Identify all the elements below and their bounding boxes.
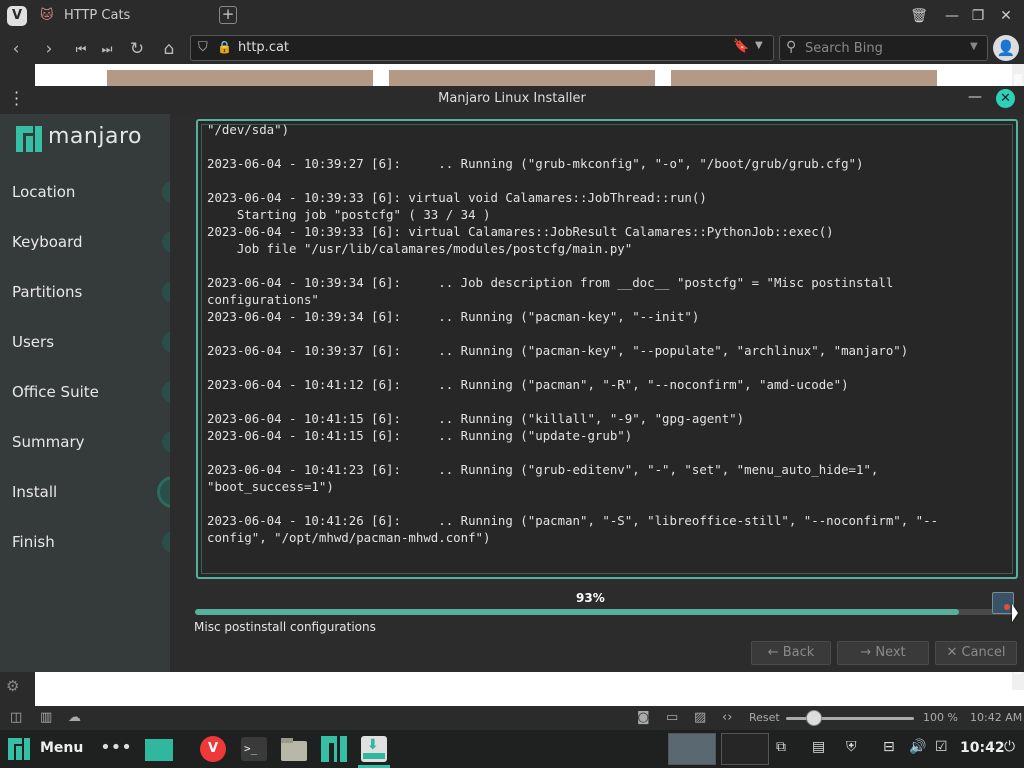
camera-icon[interactable]: ◙ — [637, 710, 650, 725]
apps-grid-icon[interactable]: ••• — [100, 733, 132, 765]
taskbar-clock[interactable]: 10:42 — [960, 740, 1005, 756]
back-button[interactable]: ← Back — [751, 641, 831, 665]
fast-forward-icon[interactable]: ⏭ — [96, 38, 118, 60]
install-log-view[interactable]: "/dev/sda") 2023-06-04 - 10:39:27 [6]: .… — [196, 119, 1018, 579]
cloud-icon[interactable]: ☁ — [68, 710, 81, 725]
manjaro-logo-icon — [8, 738, 30, 760]
search-placeholder: Search Bing — [805, 41, 883, 56]
close-button[interactable]: ✕ — [996, 89, 1015, 108]
arrow-right-icon: → — [860, 645, 876, 660]
toggle-log-icon[interactable] — [992, 592, 1014, 614]
volume-icon[interactable]: 🔊 — [909, 739, 926, 755]
back-icon[interactable]: ‹ — [5, 38, 27, 60]
installer-window: · · · Manjaro Linux Installer — ✕ manjaro … — [0, 85, 1024, 672]
install-log-text[interactable]: "/dev/sda") 2023-06-04 - 10:39:27 [6]: .… — [207, 121, 938, 546]
progress-percent: 93% — [576, 591, 605, 605]
clipboard-icon[interactable]: ▤ — [812, 739, 825, 755]
security-shield-icon[interactable]: ⛨ — [846, 739, 857, 755]
cat-favicon-icon: 🐱 — [40, 8, 54, 23]
step-finish: Finish — [12, 533, 55, 551]
step-summary: Summary — [12, 433, 85, 451]
taskbar: Menu ••• V >_ ⬇ ⧉ ▤ ⛨ ⊟ 🔊 ☑ 10:42 ⏻ — [0, 730, 1024, 768]
restore-button[interactable]: ❐ — [968, 6, 988, 26]
installer-titlebar: · · · Manjaro Linux Installer — ✕ — [0, 85, 1024, 114]
status-clock: 10:42 AM — [970, 711, 1023, 724]
step-location: Location — [12, 183, 76, 201]
minimize-button[interactable]: — — [968, 89, 982, 105]
vivaldi-app-icon[interactable]: V — [197, 733, 229, 765]
terminal-app-icon[interactable]: >_ — [238, 733, 270, 765]
browser-status-bar: ◫ ▥ ☁ ◙ ▭ ▨ ‹› Reset 100 % 10:42 AM — [0, 706, 1024, 730]
address-toolbar: ‹ › ⏮ ⏭ ↻ ⌂ ⛉ 🔒 http.cat 🔖 ▼ ⚲ Search Bi… — [0, 32, 1024, 64]
reset-zoom-button[interactable]: Reset — [749, 711, 780, 724]
file-manager-app-icon[interactable] — [278, 733, 310, 765]
minimize-button[interactable]: — — [942, 6, 962, 26]
tab-bar: V 🐱 HTTP Cats + 🗑 — ❐ ✕ — [0, 0, 1024, 32]
tab-label: HTTP Cats — [64, 8, 131, 23]
search-field[interactable]: ⚲ Search Bing ▼ — [779, 35, 988, 61]
progress-fill — [195, 609, 960, 615]
step-install: Install — [12, 483, 58, 501]
home-icon[interactable]: ⌂ — [158, 38, 180, 60]
install-progress-bar — [195, 609, 1017, 615]
installer-main-panel: "/dev/sda") 2023-06-04 - 10:39:27 [6]: .… — [170, 114, 1024, 672]
mouse-cursor-icon — [1012, 604, 1018, 622]
manjaro-settings-app-icon[interactable] — [318, 733, 350, 765]
window-switcher-icon[interactable]: ⧉ — [776, 739, 786, 755]
workspace-1[interactable] — [668, 733, 716, 765]
close-button[interactable]: ✕ — [996, 6, 1016, 26]
manjaro-logo-icon — [16, 126, 42, 152]
rewind-icon[interactable]: ⏮ — [70, 38, 92, 60]
profile-avatar[interactable]: 👤 — [993, 35, 1019, 61]
forward-icon[interactable]: › — [38, 38, 60, 60]
step-keyboard: Keyboard — [12, 233, 83, 251]
zoom-slider-handle[interactable] — [806, 710, 822, 726]
step-partitions: Partitions — [12, 283, 83, 301]
shield-icon[interactable]: ⛉ — [198, 40, 208, 55]
settings-gear-icon[interactable]: ⚙ — [6, 677, 19, 695]
chevron-down-icon[interactable]: ▼ — [755, 40, 763, 51]
code-icon[interactable]: ‹› — [722, 710, 732, 725]
panel-toggle-icon[interactable]: ◫ — [10, 710, 22, 725]
reload-icon[interactable]: ↻ — [126, 38, 148, 60]
url-text[interactable]: http.cat — [238, 40, 289, 55]
step-office-suite: Office Suite — [12, 383, 99, 401]
logo-text: manjaro — [48, 124, 142, 149]
new-tab-button[interactable]: + — [219, 6, 237, 24]
network-icon[interactable]: ⊟ — [883, 739, 895, 755]
window-title: Manjaro Linux Installer — [438, 91, 586, 106]
bookmark-icon[interactable]: 🔖 — [733, 39, 749, 54]
next-button[interactable]: → Next — [837, 641, 929, 665]
installer-steps-sidebar: manjaro Location Keyboard Partitions Use… — [0, 114, 189, 672]
search-icon: ⚲ — [786, 39, 797, 55]
chevron-down-icon[interactable]: ▼ — [970, 41, 978, 52]
lock-icon: 🔒 — [217, 40, 232, 54]
vivaldi-menu-icon[interactable]: V — [7, 6, 27, 26]
workspace-2[interactable] — [721, 733, 769, 765]
start-menu-button[interactable]: Menu — [0, 730, 86, 768]
cancel-button[interactable]: ✕ Cancel — [935, 641, 1017, 665]
image-icon[interactable]: ▨ — [694, 710, 706, 725]
trash-icon[interactable]: 🗑 — [909, 6, 929, 26]
address-field[interactable]: ⛉ 🔒 http.cat 🔖 ▼ — [190, 35, 774, 61]
notifications-icon[interactable]: ☑ — [935, 739, 948, 755]
show-desktop-icon[interactable] — [142, 733, 174, 765]
window-icon[interactable]: ▭ — [666, 710, 678, 725]
power-icon[interactable]: ⏻ — [1004, 739, 1015, 755]
tab-http-cats[interactable]: 🐱 HTTP Cats — [35, 2, 215, 30]
installer-app-icon[interactable]: ⬇ — [358, 733, 390, 768]
install-status-text: Misc postinstall configurations — [194, 620, 376, 634]
arrow-left-icon: ← — [767, 645, 783, 660]
menu-label: Menu — [40, 740, 84, 756]
tiling-icon[interactable]: ▥ — [40, 710, 52, 725]
zoom-level: 100 % — [923, 711, 958, 724]
x-icon: ✕ — [946, 645, 962, 660]
step-users: Users — [12, 333, 55, 351]
